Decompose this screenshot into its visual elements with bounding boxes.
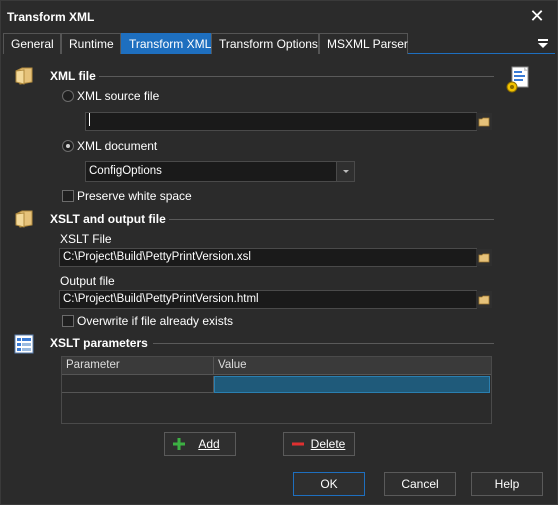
close-button[interactable]: ✕ xyxy=(527,6,547,26)
xml-document-gear-icon xyxy=(506,66,529,93)
grid-column-parameter[interactable]: Parameter xyxy=(62,357,214,375)
tab-runtime[interactable]: Runtime xyxy=(61,33,121,54)
chevron-down-icon[interactable] xyxy=(336,162,354,181)
close-icon: ✕ xyxy=(529,6,545,26)
folder-icon xyxy=(15,210,33,228)
overwrite-checkbox[interactable] xyxy=(62,315,74,327)
xml-document-select[interactable]: ConfigOptions xyxy=(85,161,355,182)
section-divider xyxy=(153,343,494,344)
grid-header: Parameter Value xyxy=(62,357,491,375)
output-file-input[interactable]: C:\Project\Build\PettyPrintVersion.html xyxy=(59,290,477,309)
overwrite-label: Overwrite if file already exists xyxy=(77,314,234,328)
tab-transform-xml[interactable]: Transform XML xyxy=(121,33,211,54)
tab-menu-button[interactable] xyxy=(537,36,549,50)
ok-button[interactable]: OK xyxy=(293,472,365,496)
xslt-parameters-title: XSLT parameters xyxy=(50,336,148,350)
add-button[interactable]: Add xyxy=(164,432,236,456)
plus-icon xyxy=(173,438,185,450)
preserve-whitespace-checkbox[interactable] xyxy=(62,190,74,202)
title-bar: Transform XML ✕ xyxy=(1,1,557,33)
xslt-file-input[interactable]: C:\Project\Build\PettyPrintVersion.xsl xyxy=(59,248,477,267)
menu-icon xyxy=(538,39,548,41)
browse-folder-icon[interactable] xyxy=(476,249,492,266)
output-file-label: Output file xyxy=(60,274,115,288)
grid-cell-value[interactable] xyxy=(214,376,490,393)
section-divider xyxy=(99,76,494,77)
parameters-grid[interactable]: Parameter Value xyxy=(61,356,492,424)
delete-button[interactable]: Delete xyxy=(283,432,355,456)
tab-bar: General Runtime Transform XML Transform … xyxy=(3,33,555,54)
xml-source-file-label: XML source file xyxy=(77,89,160,103)
folder-icon xyxy=(15,67,33,85)
dialog-title: Transform XML xyxy=(7,10,95,24)
list-icon xyxy=(14,334,34,354)
xml-source-file-input[interactable] xyxy=(85,112,477,131)
preserve-whitespace-label: Preserve white space xyxy=(77,189,192,203)
grid-cell-parameter[interactable] xyxy=(62,376,214,393)
dialog-window: Transform XML ✕ General Runtime Transfor… xyxy=(0,0,558,505)
xml-document-label: XML document xyxy=(77,139,158,153)
xml-document-radio[interactable] xyxy=(62,140,74,152)
cancel-button[interactable]: Cancel xyxy=(384,472,456,496)
grid-column-value[interactable]: Value xyxy=(214,357,491,375)
tab-general[interactable]: General xyxy=(3,33,61,54)
minus-icon xyxy=(292,442,304,446)
tab-transform-options[interactable]: Transform Options xyxy=(211,33,319,54)
text-caret xyxy=(89,113,90,127)
section-divider xyxy=(169,219,494,220)
browse-folder-icon[interactable] xyxy=(476,291,492,308)
xml-file-section-title: XML file xyxy=(50,69,96,83)
help-button[interactable]: Help xyxy=(471,472,543,496)
xslt-file-label: XSLT File xyxy=(60,232,112,246)
tab-msxml-parser[interactable]: MSXML Parser xyxy=(319,33,408,54)
xslt-section-title: XSLT and output file xyxy=(50,212,166,226)
browse-folder-icon[interactable] xyxy=(476,113,492,130)
xml-source-file-radio[interactable] xyxy=(62,90,74,102)
